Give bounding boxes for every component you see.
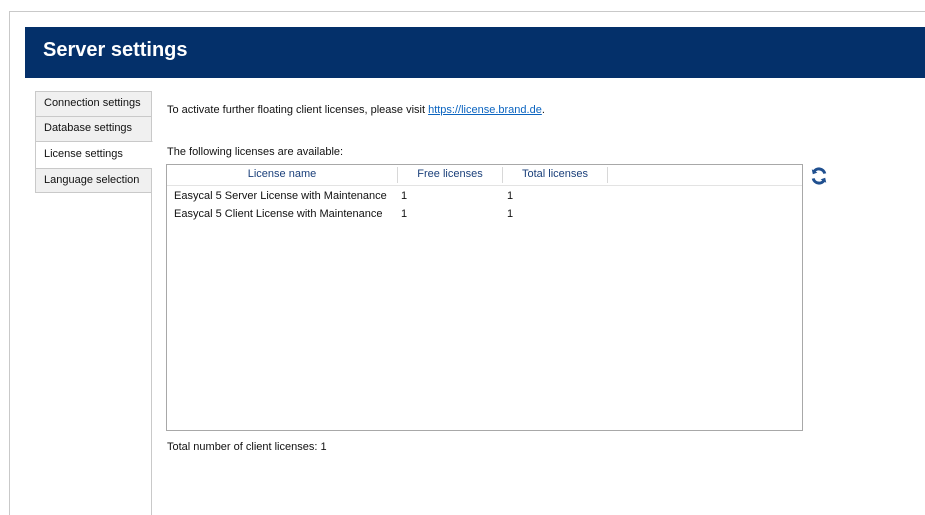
info-prefix: To activate further floating client lice… — [167, 104, 429, 116]
cell-total-licenses: 1 — [507, 190, 514, 202]
column-separator[interactable] — [607, 167, 608, 183]
top-strip — [0, 0, 925, 11]
table-header: License name Free licenses Total license… — [167, 165, 802, 186]
license-info-text: To activate further floating client lice… — [167, 104, 545, 116]
tab-database-settings[interactable]: Database settings — [35, 116, 152, 141]
refresh-button[interactable] — [808, 165, 830, 187]
page-title: Server settings — [43, 39, 188, 61]
left-rail — [25, 78, 35, 515]
tab-label: Language selection — [44, 174, 140, 186]
tab-label: Database settings — [44, 122, 133, 134]
available-licenses-label: The following licenses are available: — [167, 146, 344, 158]
column-header-total-licenses[interactable]: Total licenses — [503, 165, 607, 185]
settings-tabs: Connection settings Database settings Li… — [35, 91, 153, 193]
cell-total-licenses: 1 — [507, 208, 514, 220]
license-table[interactable]: License name Free licenses Total license… — [166, 164, 803, 431]
tab-label: License settings — [44, 148, 123, 160]
refresh-icon — [811, 167, 827, 185]
info-suffix: . — [541, 104, 545, 116]
cell-free-licenses: 1 — [401, 208, 408, 220]
total-client-licenses: Total number of client licenses: 1 — [167, 441, 327, 453]
tab-license-settings[interactable]: License settings — [35, 141, 153, 168]
cell-license-name: Easycal 5 Server License with Maintenanc… — [174, 190, 387, 202]
column-header-license-name[interactable]: License name — [167, 165, 397, 185]
tab-label: Connection settings — [44, 97, 141, 109]
cell-license-name: Easycal 5 Client License with Maintenanc… — [174, 208, 383, 220]
server-settings-window: Server settings Connection settings Data… — [0, 0, 925, 515]
table-row[interactable]: Easycal 5 Server License with Maintenanc… — [167, 187, 802, 205]
license-link[interactable]: https://license.brand.de — [428, 104, 542, 116]
column-header-free-licenses[interactable]: Free licenses — [398, 165, 502, 185]
tab-language-selection[interactable]: Language selection — [35, 168, 152, 193]
table-row[interactable]: Easycal 5 Client License with Maintenanc… — [167, 205, 802, 223]
cell-free-licenses: 1 — [401, 190, 408, 202]
tab-connection-settings[interactable]: Connection settings — [35, 91, 152, 116]
page-header: Server settings — [25, 27, 925, 78]
